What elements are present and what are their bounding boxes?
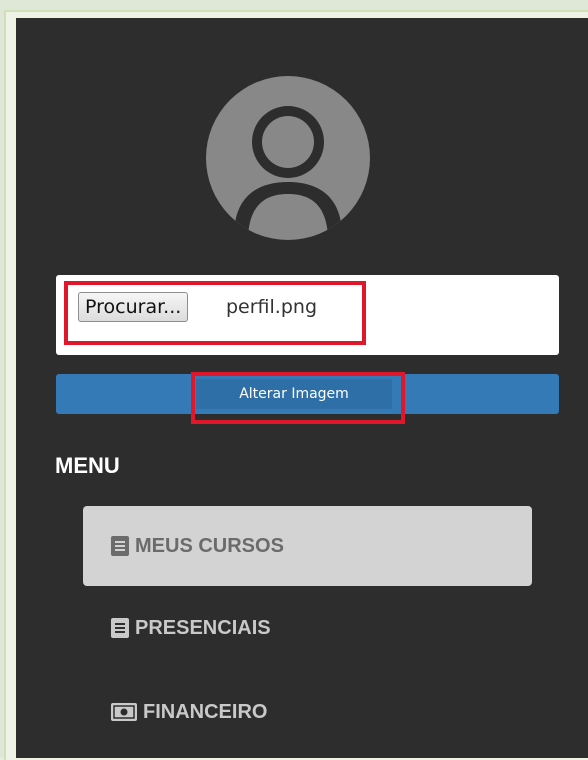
user-circle-icon (206, 76, 370, 240)
file-input-highlight (64, 281, 366, 345)
menu-item-presenciais[interactable]: PRESENCIAIS (83, 588, 532, 668)
money-icon (111, 703, 137, 721)
menu-item-label: MEUS CURSOS (135, 534, 284, 557)
book-icon (111, 536, 129, 556)
menu-item-financeiro[interactable]: FINANCEIRO (83, 672, 532, 752)
file-input-field: Procurar... perfil.png (56, 275, 559, 355)
book-icon (111, 618, 129, 638)
user-avatar (206, 76, 370, 240)
menu-item-label: PRESENCIAIS (135, 616, 271, 639)
menu-item-label: FINANCEIRO (143, 700, 268, 723)
page-background: Procurar... perfil.png Alterar Imagem ME… (0, 0, 588, 760)
menu-item-meus-cursos[interactable]: MEUS CURSOS (83, 506, 532, 586)
change-image-bar[interactable]: Alterar Imagem (56, 372, 559, 424)
user-sidebar: Procurar... perfil.png Alterar Imagem ME… (16, 18, 588, 758)
change-image-highlight (191, 372, 405, 424)
menu-heading: MENU (55, 453, 120, 478)
